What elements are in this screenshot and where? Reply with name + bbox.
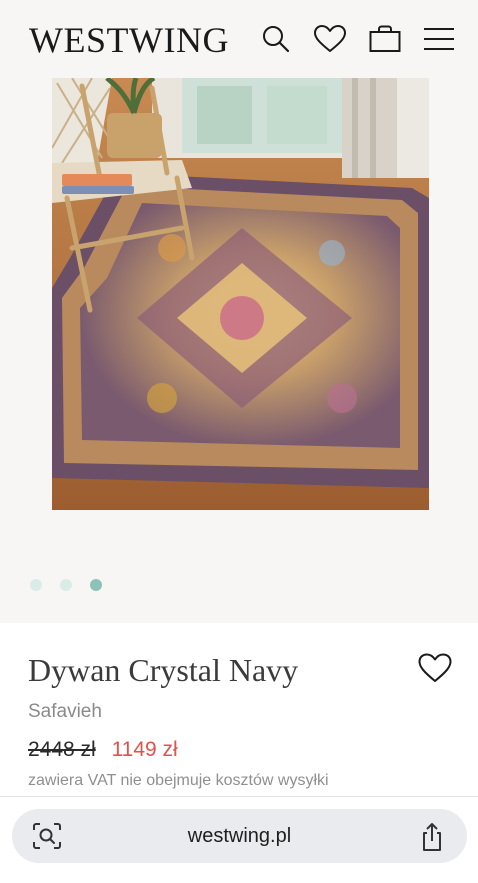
menu-icon[interactable] <box>422 22 456 56</box>
vat-note: zawiera VAT nie obejmuje kosztów wysyłki <box>28 772 329 789</box>
sale-price: 1149 zł <box>111 738 178 761</box>
search-icon[interactable] <box>259 22 293 56</box>
price-row: 2448 zł 1149 zł <box>28 738 178 762</box>
url-pill[interactable]: westwing.pl <box>12 809 467 863</box>
url-text[interactable]: westwing.pl <box>12 809 467 863</box>
original-price: 2448 zł <box>28 738 96 761</box>
gallery-dot-3-active[interactable] <box>90 579 102 591</box>
product-brand[interactable]: Safavieh <box>28 701 102 723</box>
product-gallery-area: WESTWING <box>0 0 478 623</box>
share-icon[interactable] <box>417 822 447 851</box>
heart-icon[interactable] <box>313 22 347 56</box>
gallery-dot-2[interactable] <box>60 579 72 591</box>
product-details: Dywan Crystal Navy Safavieh 2448 zł 1149… <box>0 623 478 798</box>
product-title: Dywan Crystal Navy <box>28 652 299 688</box>
gallery-pagination <box>30 579 102 591</box>
westwing-logo[interactable]: WESTWING <box>29 20 229 60</box>
browser-address-bar: westwing.pl <box>0 797 478 883</box>
site-header: WESTWING <box>0 0 478 78</box>
product-image-rug[interactable] <box>52 78 429 510</box>
add-to-wishlist-heart-icon[interactable] <box>418 653 454 687</box>
gallery-dot-1[interactable] <box>30 579 42 591</box>
bag-icon[interactable] <box>368 22 402 56</box>
